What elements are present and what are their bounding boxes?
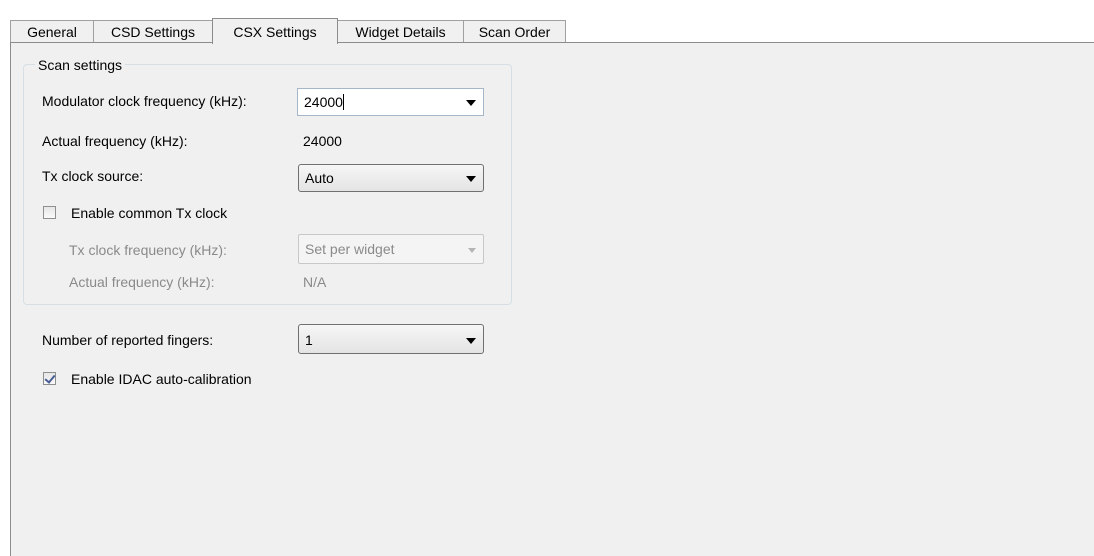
dropdown-arrow-icon[interactable] — [466, 100, 476, 106]
modulator-clock-combobox[interactable]: 24000 — [297, 88, 484, 116]
dropdown-arrow-icon — [466, 338, 476, 344]
tx-clock-frequency-label: Tx clock frequency (kHz): — [69, 242, 227, 258]
checkmark-icon — [44, 372, 56, 384]
tx-actual-frequency-value: N/A — [303, 274, 327, 290]
enable-idac-autocalibration-label[interactable]: Enable IDAC auto-calibration — [71, 371, 252, 387]
tx-actual-frequency-label: Actual frequency (kHz): — [69, 274, 215, 290]
tab-csx-settings[interactable]: CSX Settings — [212, 18, 338, 44]
tab-general[interactable]: General — [10, 20, 94, 42]
dropdown-arrow-icon — [468, 248, 476, 253]
tx-clock-source-label: Tx clock source: — [42, 168, 144, 184]
tx-clock-source-value: Auto — [305, 170, 334, 186]
actual-frequency-value: 24000 — [303, 133, 342, 149]
tx-clock-frequency-combobox[interactable]: Set per widget — [298, 234, 484, 264]
modulator-clock-value: 24000 — [304, 94, 343, 110]
actual-frequency-label: Actual frequency (kHz): — [42, 133, 188, 149]
enable-idac-autocalibration-checkbox[interactable] — [43, 372, 56, 385]
reported-fingers-label: Number of reported fingers: — [42, 332, 214, 348]
reported-fingers-value: 1 — [305, 332, 313, 348]
tx-clock-source-dropdown[interactable]: Auto — [298, 164, 484, 192]
tab-scan-order[interactable]: Scan Order — [463, 20, 566, 42]
enable-common-tx-clock-checkbox[interactable] — [43, 206, 56, 219]
dropdown-arrow-icon — [466, 176, 476, 182]
scan-settings-title: Scan settings — [35, 57, 126, 73]
tab-widget-details[interactable]: Widget Details — [337, 20, 464, 42]
tx-clock-frequency-value: Set per widget — [305, 241, 395, 257]
enable-common-tx-clock-label[interactable]: Enable common Tx clock — [71, 205, 227, 221]
modulator-clock-label: Modulator clock frequency (kHz): — [42, 93, 247, 109]
text-caret — [342, 94, 344, 110]
reported-fingers-dropdown[interactable]: 1 — [298, 324, 484, 354]
tab-csd-settings[interactable]: CSD Settings — [93, 20, 213, 42]
